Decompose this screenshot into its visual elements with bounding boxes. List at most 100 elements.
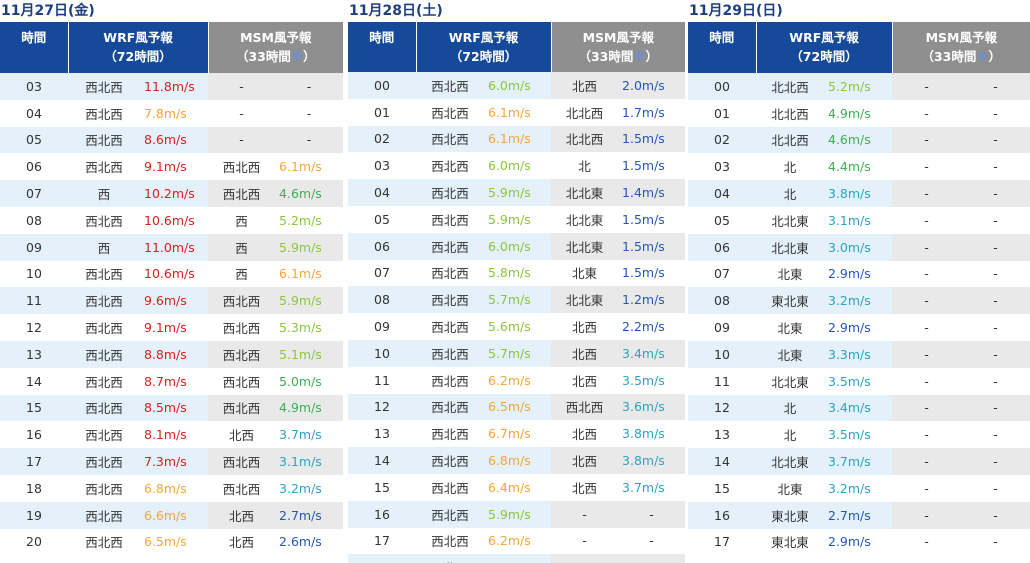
cell-wrf-direction: 北北東 [756, 367, 824, 395]
cell-wrf-direction: 西北西 [416, 420, 484, 448]
note-mark-link[interactable]: ※ [633, 49, 645, 64]
cell-hour: 11 [348, 366, 416, 394]
table-row: 08 東北東 3.2m/s - - [688, 287, 1030, 315]
table-row: 02 西北西 6.1m/s 北北西 1.5m/s [348, 125, 685, 153]
forecast-table: 時間 WRF風予報 （72時間） MSM風予報 （33時間※） 00 北北西 5.2… [688, 22, 1030, 556]
cell-msm-direction: 北西 [551, 339, 619, 367]
cell-wrf-speed: 8.7m/s [140, 367, 209, 395]
cell-wrf-speed: 4.4m/s [824, 153, 893, 181]
table-row: 09 北東 2.9m/s - - [688, 314, 1030, 341]
cell-msm-direction: - [892, 73, 962, 100]
cell-msm-speed: 3.1m/s [275, 448, 343, 475]
cell-msm-speed: - [275, 99, 343, 127]
header-wrf-title: WRF風予報 [103, 30, 173, 45]
cell-msm-direction: - [892, 99, 962, 127]
cell-wrf-speed: 8.1m/s [140, 421, 209, 449]
cell-wrf-speed: 6.5m/s [140, 528, 209, 556]
cell-wrf-speed: 7.8m/s [140, 99, 209, 127]
cell-hour: 18 [0, 474, 68, 502]
table-row: 17 西北西 7.3m/s 西北西 3.1m/s [0, 448, 343, 475]
cell-msm-direction: - [892, 421, 962, 449]
cell-wrf-direction: 西北西 [68, 421, 140, 449]
day-date: 11月28日(土) [349, 3, 443, 19]
cell-msm-speed: - [618, 527, 685, 555]
cell-msm-direction: 北東 [551, 259, 619, 287]
cell-msm-direction: - [208, 73, 276, 100]
cell-wrf-speed: 3.5m/s [824, 421, 893, 449]
cell-msm-direction: 北西 [208, 528, 276, 556]
cell-msm-direction: 西北西 [208, 340, 276, 368]
cell-hour: 18 [348, 554, 416, 563]
cell-msm-speed: - [961, 126, 1030, 154]
table-row: 14 西北西 8.7m/s 西北西 5.0m/s [0, 367, 343, 395]
cell-wrf-direction: 西北西 [68, 448, 140, 475]
cell-wrf-direction: 西北西 [68, 367, 140, 395]
cell-msm-direction: 北西 [551, 473, 619, 501]
cell-msm-direction: 西北西 [208, 287, 276, 315]
cell-wrf-direction: 北東 [756, 314, 824, 341]
cell-hour: 07 [688, 260, 756, 288]
cell-wrf-direction: 西北西 [68, 314, 140, 341]
cell-hour: 14 [0, 367, 68, 395]
table-row: 06 西北西 6.0m/s 北北東 1.5m/s [348, 232, 685, 260]
note-mark-link[interactable]: ※ [976, 49, 988, 64]
note-mark-link[interactable]: ※ [291, 49, 303, 64]
cell-hour: 13 [0, 340, 68, 368]
cell-msm-direction: - [892, 367, 962, 395]
cell-wrf-speed: 5.9m/s [484, 205, 552, 233]
table-row: 07 西 10.2m/s 西北西 4.6m/s [0, 180, 343, 207]
cell-wrf-speed: 6.0m/s [484, 152, 552, 180]
cell-msm-direction: - [892, 394, 962, 422]
cell-wrf-speed: 5.9m/s [484, 179, 552, 206]
cell-hour: 03 [0, 73, 68, 100]
cell-wrf-direction: 北東 [756, 340, 824, 368]
cell-wrf-speed: 9.1m/s [140, 153, 209, 181]
table-row: 14 西北西 6.8m/s 北西 3.8m/s [348, 447, 685, 474]
cell-wrf-direction: 西 [68, 233, 140, 261]
cell-msm-direction: - [208, 126, 276, 154]
cell-wrf-speed: 6.5m/s [484, 393, 552, 421]
cell-hour: 03 [348, 152, 416, 180]
cell-msm-direction: 西 [208, 260, 276, 288]
table-row: 20 西北西 6.5m/s 北西 2.6m/s [0, 528, 343, 556]
table-row: 13 北 3.5m/s - - [688, 421, 1030, 449]
table-row: 05 西北西 5.9m/s 北北東 1.5m/s [348, 205, 685, 233]
table-row: 16 東北東 2.7m/s - - [688, 501, 1030, 529]
forecast-day-29: 11月29日(日) 時間 WRF風予報 （72時間） MSM風予報 （33時間※… [688, 0, 1030, 563]
table-row: 15 西北西 8.5m/s 西北西 4.9m/s [0, 394, 343, 422]
cell-hour: 04 [0, 99, 68, 127]
cell-wrf-direction: 北東 [756, 474, 824, 502]
cell-msm-speed: 5.2m/s [275, 206, 343, 234]
cell-wrf-direction: 西北西 [68, 474, 140, 502]
cell-wrf-direction: 西北西 [416, 286, 484, 314]
cell-hour: 00 [348, 72, 416, 99]
cell-wrf-direction: 西北西 [68, 153, 140, 181]
cell-msm-speed: 5.3m/s [275, 314, 343, 341]
cell-msm-speed: 6.1m/s [275, 153, 343, 181]
cell-hour: 05 [688, 206, 756, 234]
cell-wrf-direction: 西北西 [68, 206, 140, 234]
cell-msm-direction: - [892, 126, 962, 154]
cell-hour: 12 [688, 394, 756, 422]
day-date: 11月29日(日) [689, 3, 783, 19]
cell-wrf-direction: 西北西 [416, 366, 484, 394]
table-row: 16 西北西 8.1m/s 北西 3.7m/s [0, 421, 343, 449]
cell-wrf-speed: 10.6m/s [140, 206, 209, 234]
cell-wrf-speed: 6.7m/s [484, 420, 552, 448]
cell-msm-direction: - [892, 501, 962, 529]
cell-msm-direction: 西 [208, 206, 276, 234]
cell-msm-speed: 1.5m/s [618, 259, 685, 287]
cell-msm-direction: 北北西 [551, 125, 619, 153]
cell-hour: 12 [0, 314, 68, 341]
cell-msm-speed: 2.2m/s [618, 313, 685, 340]
header-time: 時間 [348, 22, 417, 72]
cell-msm-direction: - [551, 527, 619, 555]
cell-wrf-speed: 10.2m/s [140, 180, 209, 207]
cell-wrf-direction: 西北西 [416, 72, 484, 99]
cell-msm-direction: 北西 [551, 420, 619, 448]
header-wrf-title: WRF風予報 [448, 30, 519, 45]
cell-msm-speed: 4.9m/s [275, 394, 343, 422]
header-msm-range: （33時間※） [921, 49, 1002, 64]
cell-msm-speed: 3.7m/s [275, 421, 343, 449]
table-row: 10 西北西 5.7m/s 北西 3.4m/s [348, 339, 685, 367]
